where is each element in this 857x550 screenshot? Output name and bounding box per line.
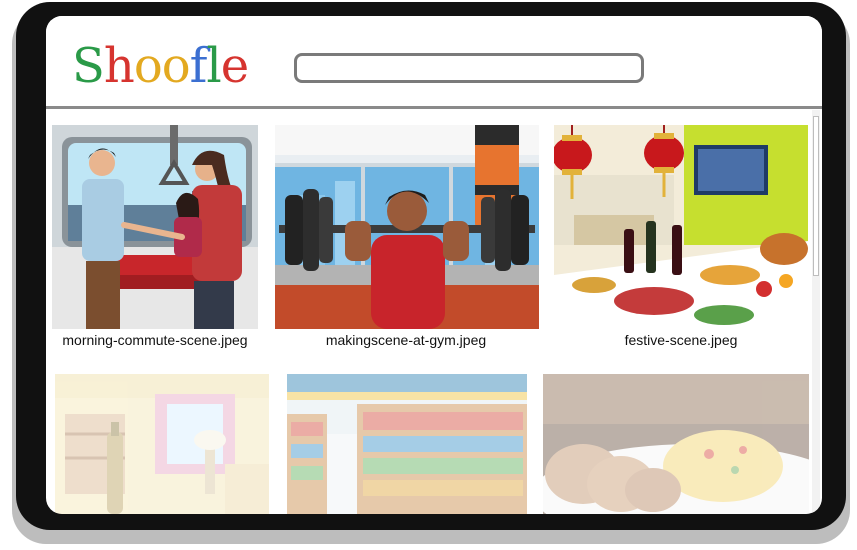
results-scrollbar[interactable] — [812, 110, 820, 514]
result-caption[interactable]: festive-scene.jpeg — [551, 332, 811, 348]
header-divider — [46, 106, 822, 109]
supermarket-scene-image — [287, 374, 527, 514]
room-scene-image — [55, 374, 269, 514]
result-caption[interactable]: morning-commute-scene.jpeg — [46, 332, 285, 348]
result-image-room[interactable] — [55, 374, 269, 514]
subway-scene-image — [52, 125, 258, 329]
result-image-gym[interactable] — [275, 125, 539, 329]
result-caption[interactable]: makingscene-at-gym.jpeg — [276, 332, 536, 348]
search-input[interactable] — [294, 53, 644, 83]
plate-scene-image — [543, 374, 809, 514]
scrollbar-thumb[interactable] — [813, 116, 819, 276]
result-image-plate[interactable] — [543, 374, 809, 514]
result-image-festive[interactable] — [554, 125, 808, 329]
festive-scene-image — [554, 125, 808, 329]
shoofle-logo[interactable]: Shoofle — [72, 36, 249, 96]
result-image-morning-commute[interactable] — [52, 125, 258, 329]
result-image-supermarket[interactable] — [287, 374, 527, 514]
gym-scene-image — [275, 125, 539, 329]
header: Shoofle — [46, 16, 822, 106]
browser-screen: Shoofle morning-commute-scene.jpeg makin… — [46, 16, 822, 514]
